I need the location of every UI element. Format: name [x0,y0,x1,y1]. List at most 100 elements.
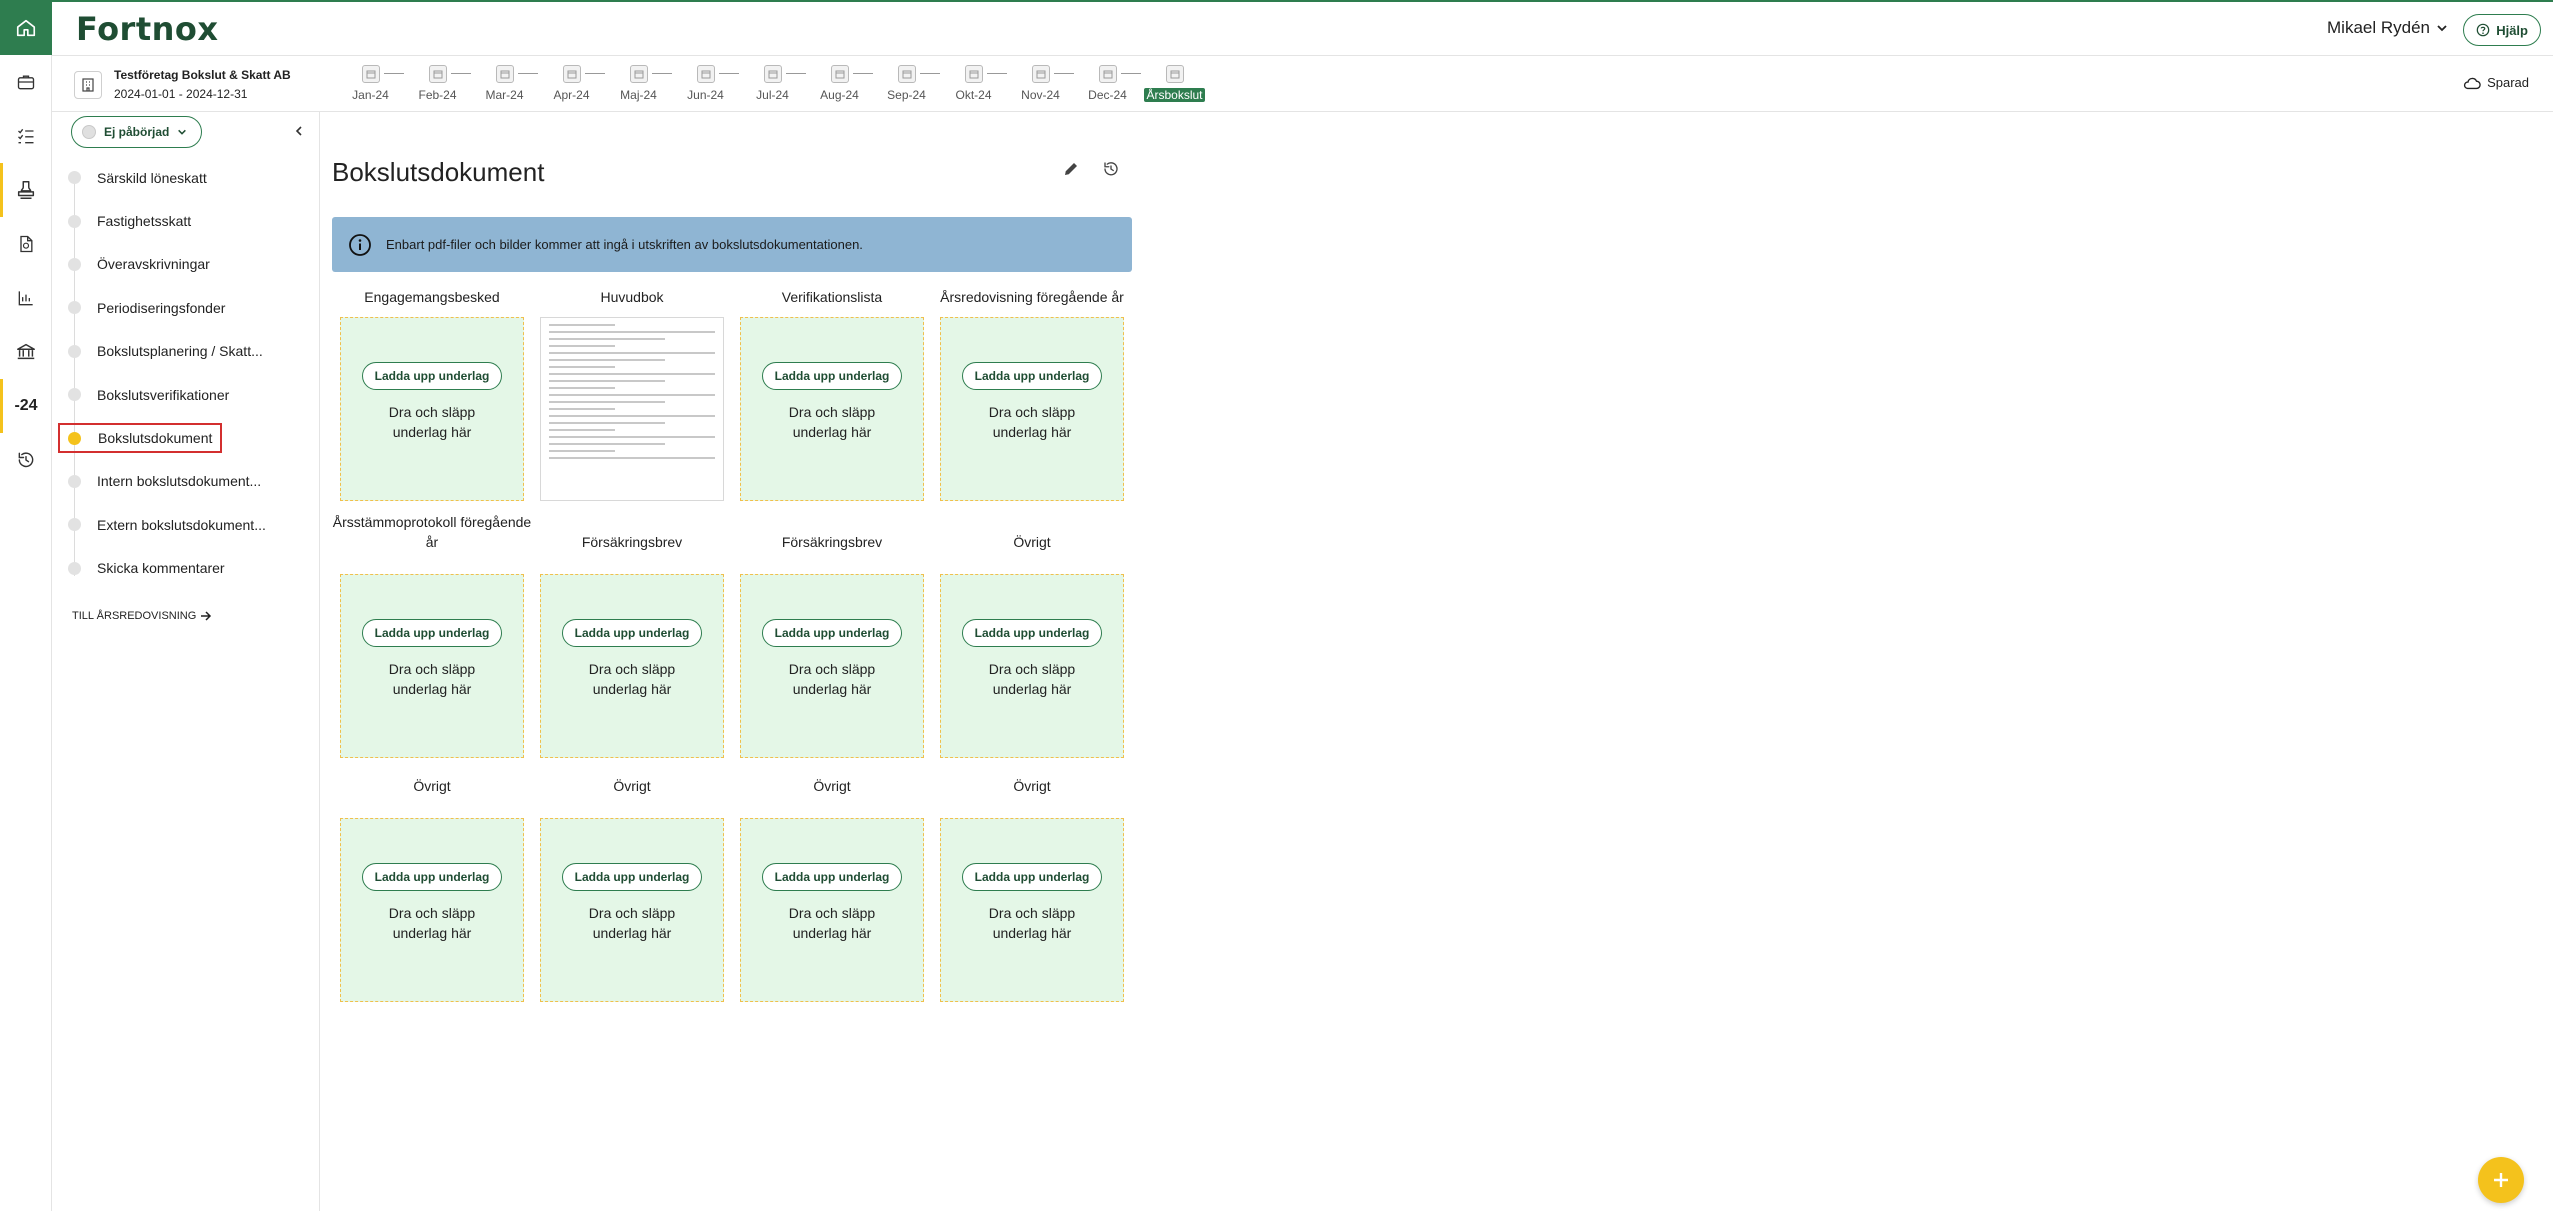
cloud-icon [2464,77,2481,89]
help-button[interactable]: Hjälp [2463,14,2541,46]
drop-hint: Dra och släpp underlag här [588,905,676,941]
drop-zone[interactable]: Ladda upp underlag Dra och släpp underlag… [740,574,924,758]
step-label: Skicka kommentarer [97,560,225,577]
drop-hint: Dra och släpp underlag här [988,905,1076,941]
card-title: Övrigt [1013,534,1051,550]
upload-button[interactable]: Ladda upp underlag [961,619,1103,647]
home-button[interactable] [0,0,52,55]
step-label: Bokslutsverifikationer [97,386,230,403]
upload-button[interactable]: Ladda upp underlag [361,619,503,647]
timeline-connector [786,73,806,74]
upload-button[interactable]: Ladda upp underlag [561,619,703,647]
company-selector[interactable]: Testföretag Bokslut & Skatt AB 2024-01-0… [74,66,291,104]
month-tab[interactable]: Dec-24 [1074,65,1141,102]
info-banner: Enbart pdf-filer och bilder kommer att i… [332,217,1132,272]
rail-year-button[interactable]: -24 [0,379,52,433]
month-label: Jan-24 [352,88,389,102]
step-item[interactable]: Periodiseringsfonder [52,286,320,329]
calendar-icon [428,65,447,83]
drop-zone[interactable]: Ladda upp underlag Dra och släpp underlag… [540,818,724,1002]
month-tab[interactable]: Jun-24 [672,65,739,102]
info-icon [349,233,371,256]
rail-reports-button[interactable] [0,271,52,325]
month-tab[interactable]: Aug-24 [806,65,873,102]
upload-button[interactable]: Ladda upp underlag [961,362,1103,390]
drop-zone[interactable]: Ladda upp underlag Dra och släpp underlag… [940,574,1124,758]
month-tab[interactable]: Jan-24 [337,65,404,102]
timeline-connector [719,73,739,74]
month-tab[interactable]: Mar-24 [471,65,538,102]
fiscal-period: 2024-01-01 - 2024-12-31 [114,87,248,101]
card-title: Övrigt [1013,778,1051,794]
history-button[interactable] [1102,160,1120,183]
upload-button[interactable]: Ladda upp underlag [961,863,1103,891]
step-item[interactable]: Bokslutsverifikationer [52,373,320,416]
drop-zone[interactable]: Ladda upp underlag Dra och släpp underlag… [740,317,924,501]
upload-button[interactable]: Ladda upp underlag [761,863,903,891]
rail-bank-button[interactable] [0,325,52,379]
step-status-dot [68,344,81,358]
timeline-connector [1054,73,1074,74]
rail-document-button[interactable] [0,217,52,271]
step-label: Intern bokslutsdokument... [97,473,262,490]
drop-zone[interactable]: Ladda upp underlag Dra och släpp underlag… [940,818,1124,1002]
step-item[interactable]: Särskild löneskatt [52,156,320,199]
rail-briefcase-button[interactable] [0,55,52,109]
step-status-dot [68,257,81,271]
collapse-panel-button[interactable] [293,124,305,142]
month-tab[interactable]: Jul-24 [739,65,806,102]
step-item[interactable]: Bokslutsplanering / Skatt... [52,330,320,373]
step-item[interactable]: Extern bokslutsdokument... [52,503,320,546]
month-timeline: Jan-24 Feb-24 Mar-24 Apr-24 Maj-24 Jun-24 Jul-… [337,65,1208,102]
add-button[interactable] [2478,1157,2524,1203]
upload-button[interactable]: Ladda upp underlag [761,619,903,647]
company-name: Testföretag Bokslut & Skatt AB [114,68,291,82]
status-dropdown[interactable]: Ej påbörjad [71,116,203,148]
drop-zone[interactable]: Ladda upp underlag Dra och släpp underlag… [340,574,524,758]
drop-zone[interactable]: Ladda upp underlag Dra och släpp underlag… [340,317,524,501]
card-title: Huvudbok [600,289,664,305]
month-tab[interactable]: Feb-24 [404,65,471,102]
month-label: Apr-24 [553,88,590,102]
rail-closing-button[interactable] [0,163,52,217]
save-status: Sparad [2463,75,2529,90]
month-tab[interactable]: Nov-24 [1007,65,1074,102]
to-annual-report-link[interactable]: TILL ÅRSREDOVISNING [72,610,212,622]
drop-zone[interactable]: Ladda upp underlag Dra och släpp underlag… [340,818,524,1002]
drop-zone[interactable]: Ladda upp underlag Dra och släpp underlag… [540,574,724,758]
calendar-icon [495,65,514,83]
calendar-icon [1165,65,1184,83]
step-item[interactable]: Överavskrivningar [52,243,320,286]
month-tab[interactable]: Sep-24 [873,65,940,102]
step-item[interactable]: Skicka kommentarer [52,547,320,590]
step-item[interactable]: Intern bokslutsdokument... [52,460,320,503]
step-item[interactable]: Fastighetsskatt [52,199,320,242]
stamp-icon [17,181,35,199]
rail-checklist-button[interactable] [0,109,52,163]
step-item[interactable]: Bokslutsdokument [52,416,320,459]
year-label: -24 [14,397,38,414]
upload-button[interactable]: Ladda upp underlag [361,362,503,390]
step-label: Fastighetsskatt [97,213,192,230]
drop-zone[interactable]: Ladda upp underlag Dra och släpp underlag… [940,317,1124,501]
month-tab[interactable]: Apr-24 [538,65,605,102]
month-tab[interactable]: Årsbokslut [1141,65,1208,102]
month-tab[interactable]: Okt-24 [940,65,1007,102]
timeline-connector [920,73,940,74]
saved-label: Sparad [2487,75,2529,90]
month-tab[interactable]: Maj-24 [605,65,672,102]
month-label: Årsbokslut [1144,88,1205,102]
edit-button[interactable] [1062,160,1080,183]
upload-button[interactable]: Ladda upp underlag [361,863,503,891]
month-label: Mar-24 [485,88,524,102]
rail-history-button[interactable] [0,433,52,487]
step-status-dot [68,561,81,575]
upload-button[interactable]: Ladda upp underlag [761,362,903,390]
brand-logo[interactable]: Fortnox [76,10,219,48]
drop-zone[interactable]: Ladda upp underlag Dra och släpp underlag… [740,818,924,1002]
user-menu[interactable]: Mikael Rydén [2327,18,2448,38]
document-preview[interactable] [540,317,724,501]
upload-button[interactable]: Ladda upp underlag [561,863,703,891]
card-title: Övrigt [813,778,851,794]
building-icon [74,71,102,99]
